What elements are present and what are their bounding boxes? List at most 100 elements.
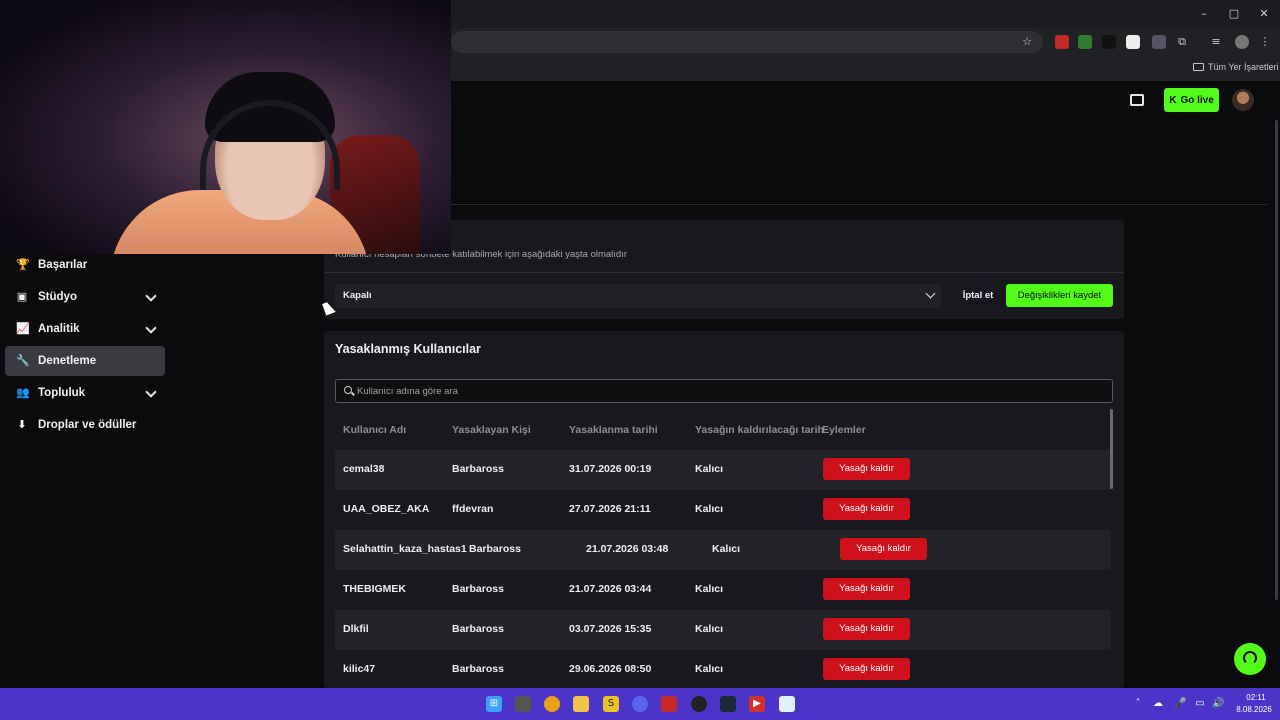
file-explorer-icon[interactable] (573, 696, 589, 712)
app-s-icon[interactable]: S (603, 696, 619, 712)
sidebar-item-3[interactable]: 🔧 Denetleme (5, 346, 165, 376)
chevron-down-icon[interactable] (145, 290, 157, 302)
unban-date-cell: Kalıcı (712, 543, 741, 555)
discord-icon[interactable] (632, 696, 648, 712)
age-select[interactable] (335, 284, 942, 308)
gift-icon[interactable] (1130, 94, 1144, 106)
chevron-up-icon[interactable]: ˄ (1132, 698, 1144, 710)
unban-date-cell: Kalıcı (695, 583, 724, 595)
folder-icon (1193, 63, 1204, 71)
task-view-icon[interactable] (515, 696, 531, 712)
chevron-down-icon[interactable] (145, 386, 157, 398)
username-cell: Dlkfil (343, 623, 369, 635)
ban-date-cell: 31.07.2026 00:19 (569, 463, 652, 475)
unban-date-cell: Kalıcı (695, 503, 724, 515)
sidebar-item-label: Stüdyo (38, 291, 77, 303)
vpn-icon[interactable] (779, 696, 795, 712)
ban-date-cell: 03.07.2026 15:35 (569, 623, 652, 635)
sidebar-item-2[interactable]: 📈 Analitik (5, 314, 165, 344)
sidebar-item-label: Analitik (38, 323, 80, 335)
unban-date-cell: Kalıcı (695, 623, 724, 635)
avatar[interactable] (1232, 89, 1254, 111)
ban-date-cell: 29.06.2026 08:50 (569, 663, 652, 675)
steam-icon[interactable] (720, 696, 736, 712)
unban-button[interactable]: Yasağı kaldır (823, 458, 910, 480)
minimize-icon[interactable]: – (1196, 6, 1212, 22)
unban-date-cell: Kalıcı (695, 663, 724, 675)
unban-date-cell: Kalıcı (695, 463, 724, 475)
drops-icon: ⬇ (17, 418, 27, 431)
obs-icon[interactable] (691, 696, 707, 712)
extension-icon[interactable] (1055, 35, 1069, 49)
app-red-icon[interactable] (661, 696, 677, 712)
microphone-icon[interactable]: 🎤 (1174, 698, 1186, 710)
network-icon[interactable]: ▭ (1194, 698, 1206, 710)
table-row: kilic47 Barbaross 29.06.2026 08:50 Kalıcı Ya… (335, 650, 1111, 690)
username-cell: UAA_OBEZ_AKA (343, 503, 430, 515)
extension-icon[interactable] (1102, 35, 1116, 49)
unban-button[interactable]: Yasağı kaldır (823, 498, 910, 520)
column-header-ban-date[interactable]: Yasaklanma tarihi (569, 424, 658, 436)
community-icon: 👥 (16, 386, 30, 399)
sidebar-item-5[interactable]: ⬇ Droplar ve ödüller (5, 410, 165, 440)
chart-icon: 📈 (16, 322, 30, 335)
extension-icon[interactable] (1078, 35, 1092, 49)
extension-icon[interactable] (1126, 35, 1140, 49)
table-scrollbar[interactable] (1110, 409, 1113, 489)
column-header-banned-by[interactable]: Yasaklayan Kişi (452, 424, 531, 436)
page-scrollbar[interactable] (1275, 120, 1278, 600)
sidebar-item-1[interactable]: ▣ Stüdyo (5, 282, 165, 312)
search-input[interactable] (357, 383, 1097, 399)
media-player-icon[interactable]: ▶ (749, 696, 765, 712)
ban-date-cell: 21.07.2026 03:44 (569, 583, 652, 595)
clock-time[interactable]: 02:11 (1240, 693, 1272, 702)
go-live-button[interactable]: K Go live (1164, 88, 1219, 112)
sidebar-item-4[interactable]: 👥 Topluluk (5, 378, 165, 408)
start-icon[interactable]: ⊞ (486, 696, 502, 712)
banned-by-cell: Barbaross (452, 463, 504, 475)
table-row: Dlkfil Barbaross 03.07.2026 15:35 Kalıcı Yas… (335, 610, 1111, 650)
maximize-icon[interactable]: □ (1226, 6, 1242, 22)
studio-icon: ▣ (16, 290, 28, 303)
extension-icon[interactable] (1152, 35, 1166, 49)
column-header-actions: Eylemler (822, 424, 866, 436)
puzzle-icon[interactable]: ⧉ (1175, 35, 1189, 49)
kick-logo-icon: K (1169, 94, 1177, 106)
save-changes-button[interactable]: Değişiklikleri kaydet (1006, 284, 1113, 307)
star-icon[interactable]: ☆ (1020, 35, 1034, 49)
all-bookmarks-label: Tüm Yer İşaretleri (1208, 62, 1279, 72)
sidebar-item-0[interactable]: 🏆 Başarılar (5, 250, 165, 280)
headset-icon (1243, 651, 1257, 665)
sidebar-item-label: Droplar ve ödüller (38, 419, 137, 431)
banned-by-cell: Barbaross (452, 663, 504, 675)
profile-icon[interactable] (1235, 35, 1249, 49)
banned-by-cell: Barbaross (469, 543, 521, 555)
wrench-icon: 🔧 (16, 354, 30, 367)
header-divider (451, 204, 1267, 205)
clock-date[interactable]: 8.08.2026 (1232, 705, 1276, 714)
close-icon[interactable]: ✕ (1256, 6, 1272, 22)
username-cell: THEBIGMEK (343, 583, 406, 595)
unban-button[interactable]: Yasağı kaldır (823, 578, 910, 600)
age-select-value: Kapalı (343, 290, 372, 301)
support-chat-button[interactable] (1234, 643, 1266, 675)
column-header-unban-date[interactable]: Yasağın kaldırılacağı tarih (695, 424, 824, 436)
unban-button[interactable]: Yasağı kaldır (840, 538, 927, 560)
banned-by-cell: Barbaross (452, 623, 504, 635)
trophy-icon: 🏆 (16, 258, 30, 271)
reading-list-icon[interactable]: ≡ (1209, 35, 1223, 49)
chrome-icon[interactable] (544, 696, 560, 712)
unban-button[interactable]: Yasağı kaldır (823, 618, 910, 640)
banned-users-title: Yasaklanmış Kullanıcılar (335, 342, 481, 356)
chevron-down-icon[interactable] (145, 322, 157, 334)
column-header-username[interactable]: Kullanıcı Adı (343, 424, 406, 436)
cloud-icon[interactable]: ☁ (1152, 698, 1164, 710)
menu-icon[interactable]: ⋮ (1258, 35, 1272, 49)
cancel-button[interactable]: İptal et (958, 285, 998, 307)
table-row: Selahattin_kaza_hastas1 Barbaross 21.07.20… (335, 530, 1111, 570)
unban-button[interactable]: Yasağı kaldır (823, 658, 910, 680)
table-row: cemal38 Barbaross 31.07.2026 00:19 Kalıcı Ya… (335, 450, 1111, 490)
address-bar[interactable] (451, 31, 1043, 53)
all-bookmarks-link[interactable]: Tüm Yer İşaretleri (1193, 60, 1279, 74)
volume-icon[interactable]: 🔊 (1212, 698, 1224, 710)
